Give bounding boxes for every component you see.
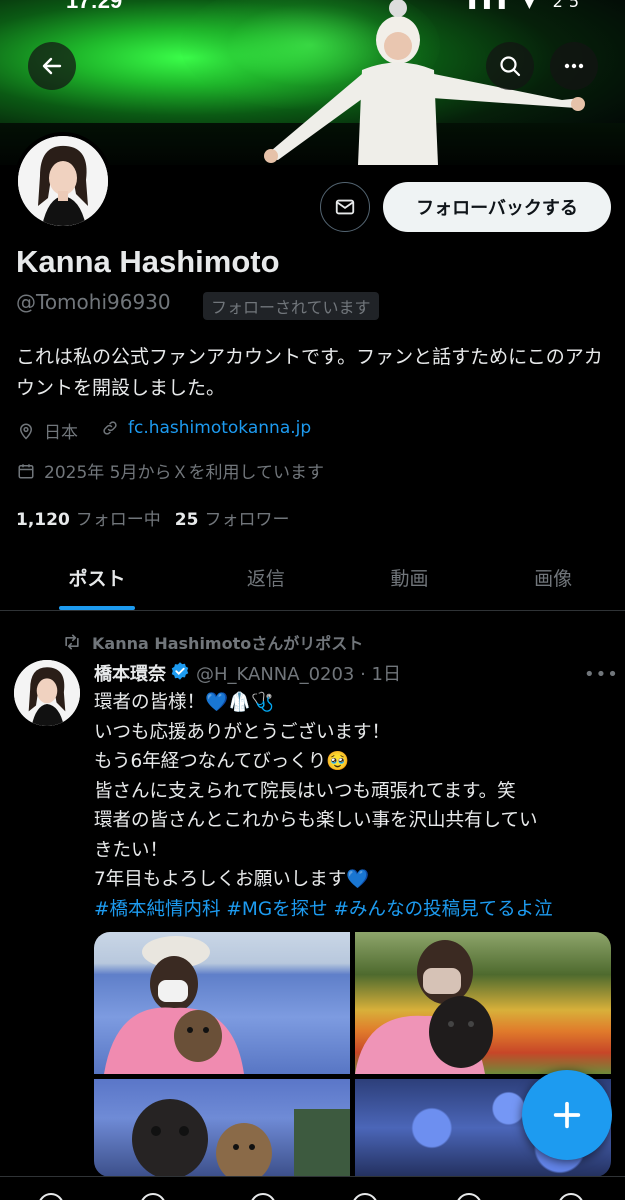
banner-person-figure bbox=[264, 0, 585, 165]
photo-two-dogs bbox=[132, 1099, 350, 1177]
following-label: フォロー中 bbox=[75, 510, 161, 530]
media-photo-2[interactable] bbox=[355, 932, 611, 1074]
following-stat[interactable]: 1,120 フォロー中 bbox=[16, 505, 161, 530]
photo-woman-tulips-dog bbox=[355, 940, 493, 1074]
follow-counts: 1,120 フォロー中 25 フォロワー bbox=[16, 505, 289, 530]
status-time: 17:29 bbox=[66, 0, 123, 13]
followers-label: フォロワー bbox=[204, 510, 290, 530]
more-options-button[interactable] bbox=[550, 42, 598, 90]
post-line: きたい！ bbox=[94, 839, 169, 861]
mail-icon bbox=[335, 199, 355, 215]
more-horizontal-icon bbox=[564, 63, 584, 69]
post-more-icon[interactable]: ••• bbox=[584, 664, 619, 685]
communities-icon[interactable] bbox=[456, 1193, 482, 1200]
profile-display-name: Kanna Hashimoto bbox=[16, 244, 280, 279]
profile-bio: これは私の公式ファンアカウントです。ファンと話すためにこのアカウントを開設しまし… bbox=[16, 346, 603, 399]
grok-icon[interactable] bbox=[250, 1193, 276, 1200]
follow-back-button[interactable]: フォローバックする bbox=[383, 182, 611, 232]
post-author-handle-time: @H_KANNA_0203 · 1日 bbox=[196, 664, 402, 685]
verified-badge-icon bbox=[170, 661, 190, 686]
notifications-icon[interactable] bbox=[352, 1193, 378, 1200]
location-text: 日本 bbox=[44, 423, 78, 443]
search-button[interactable] bbox=[486, 42, 534, 90]
home-icon[interactable] bbox=[38, 1193, 64, 1200]
tab-replies[interactable]: 返信 bbox=[194, 545, 338, 610]
profile-location: 日本 bbox=[16, 418, 78, 443]
post-line: 環者の皆様！💙🥼🩺 bbox=[94, 692, 275, 713]
messages-nav-icon[interactable] bbox=[558, 1193, 584, 1200]
tab-posts[interactable]: ポスト bbox=[0, 545, 194, 610]
profile-banner[interactable]: 17:29 ▮▮▮ ▼ 25 bbox=[0, 0, 625, 165]
post-text: 環者の皆様！💙🥼🩺 いつも応援ありがとうございます！ もう6年経つなんてびっくり… bbox=[94, 688, 619, 924]
repost-indicator: Kanna Hashimotoさんがリポスト bbox=[62, 630, 363, 654]
profile-website: fc.hashimotokanna.jp bbox=[100, 418, 311, 438]
arrow-left-icon bbox=[42, 57, 62, 75]
bottom-navigation bbox=[0, 1176, 625, 1200]
tab-images[interactable]: 画像 bbox=[481, 545, 625, 610]
profile-joined-date: 2025年 5月からＸを利用しています bbox=[16, 458, 324, 483]
joined-text: 2025年 5月からＸを利用しています bbox=[44, 463, 324, 483]
back-button[interactable] bbox=[28, 42, 76, 90]
status-icons: ▮▮▮ ▼ 25 bbox=[467, 0, 585, 11]
plus-icon bbox=[553, 1101, 581, 1129]
post-line: 7年目もよろしくお願いします💙 bbox=[94, 869, 370, 890]
calendar-icon bbox=[16, 461, 36, 481]
search-icon bbox=[500, 56, 521, 77]
compose-post-button[interactable] bbox=[522, 1070, 612, 1160]
profile-avatar[interactable] bbox=[14, 132, 112, 230]
location-pin-icon bbox=[16, 421, 36, 441]
link-icon bbox=[100, 418, 120, 438]
author-portrait-image bbox=[14, 660, 80, 726]
post-line: 環者の皆さんとこれからも楽しい事を沢山共有してい bbox=[94, 810, 538, 831]
profile-handle: @Tomohi96930 bbox=[16, 290, 171, 314]
search-nav-icon[interactable] bbox=[140, 1193, 166, 1200]
post-author-avatar[interactable] bbox=[14, 660, 80, 726]
repost-label: Kanna Hashimotoさんがリポスト bbox=[92, 634, 364, 653]
message-button[interactable] bbox=[320, 182, 370, 232]
website-link[interactable]: fc.hashimotokanna.jp bbox=[128, 418, 311, 438]
follows-you-badge: フォローされています bbox=[203, 292, 379, 320]
media-photo-3[interactable] bbox=[94, 1079, 350, 1177]
post-author-name[interactable]: 橋本環奈 bbox=[94, 660, 166, 686]
followers-count: 25 bbox=[174, 510, 199, 530]
post-hashtags[interactable]: #橋本純情内科 #MGを探せ #みんなの投稿見てるよ泣 bbox=[94, 895, 619, 925]
media-photo-1[interactable] bbox=[94, 932, 350, 1074]
followers-stat[interactable]: 25 フォロワー bbox=[175, 505, 290, 530]
repost-icon bbox=[65, 634, 79, 650]
tab-videos[interactable]: 動画 bbox=[338, 545, 482, 610]
post-line: もう6年経つなんてびっくり🥹 bbox=[94, 751, 350, 772]
photo-woman-with-dog bbox=[104, 936, 244, 1074]
post-line: 皆さんに支えられて院長はいつも頑張れてます。笑 bbox=[94, 780, 516, 802]
avatar-portrait-image bbox=[18, 136, 108, 226]
profile-tabs: ポスト 返信 動画 画像 bbox=[0, 545, 625, 611]
following-count: 1,120 bbox=[16, 510, 70, 530]
post-line: いつも応援ありがとうございます！ bbox=[94, 721, 391, 743]
post-header: 橋本環奈 @H_KANNA_0203 · 1日 bbox=[94, 660, 401, 686]
